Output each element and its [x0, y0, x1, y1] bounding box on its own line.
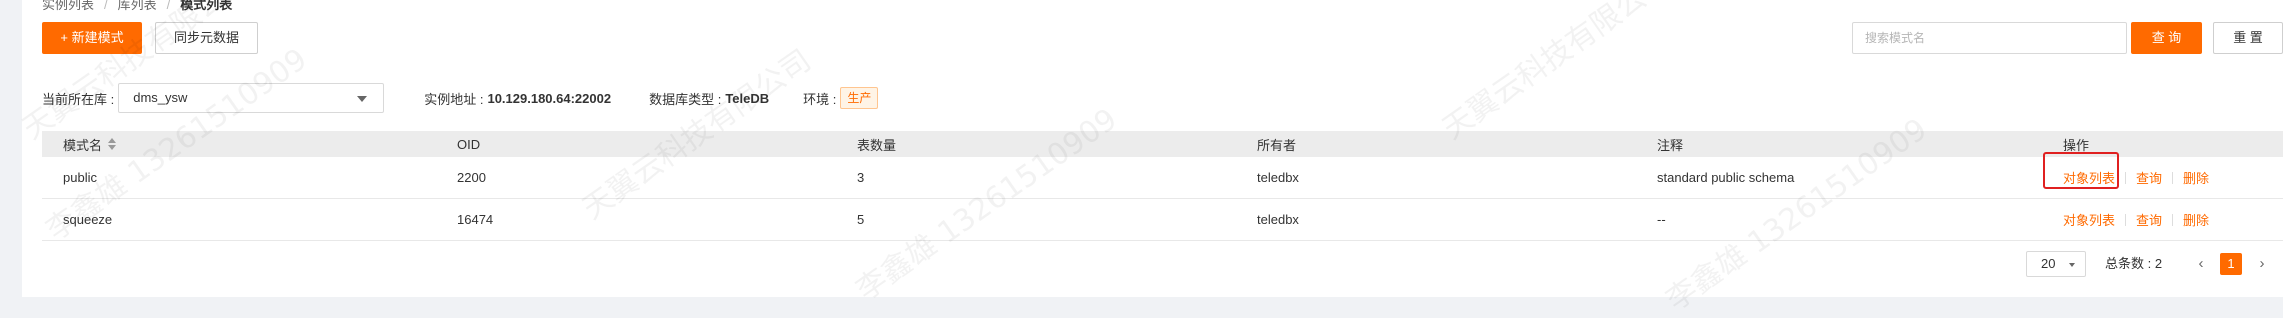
table-header: 模式名 OID 表数量 所有者 注释 操作 [42, 131, 2283, 157]
cell-schema-name: public [63, 170, 97, 185]
divider [2172, 213, 2174, 226]
page-size-value: 20 [2041, 256, 2056, 271]
breadcrumb-item-instances[interactable]: 实例列表 [42, 0, 94, 12]
database-select-value: dms_ysw [133, 90, 188, 105]
query-link[interactable]: 查询 [2136, 168, 2162, 187]
cell-owner: teledbx [1257, 212, 1299, 227]
cell-oid: 16474 [457, 212, 494, 227]
divider [2125, 171, 2127, 184]
breadcrumb-item-current: 模式列表 [180, 0, 233, 12]
database-select[interactable]: dms_ysw [118, 83, 385, 113]
column-header-comment: 注释 [1657, 137, 1684, 153]
reset-button[interactable]: 重 置 [2213, 22, 2283, 54]
cell-table-count: 3 [857, 170, 865, 185]
chevron-down-icon [2069, 263, 2075, 267]
divider [2172, 171, 2174, 184]
chevron-left-icon[interactable]: ‹ [2192, 251, 2210, 277]
schema-table: 模式名 OID 表数量 所有者 注释 操作 public 2200 3 tele… [42, 131, 2283, 241]
column-header-schema-name[interactable]: 模式名 [63, 131, 117, 157]
search-input[interactable] [1852, 22, 2127, 54]
breadcrumb: 实例列表 / 库列表 / 模式列表 [42, 0, 232, 12]
db-type-value: TeleDB [725, 90, 770, 106]
delete-link[interactable]: 删除 [2183, 168, 2209, 187]
column-header-oid: OID [457, 136, 481, 152]
cell-actions: 对象列表 查询 删除 [2063, 157, 2209, 198]
total-count: 总条数 : 2 [2105, 256, 2163, 271]
breadcrumb-item-databases[interactable]: 库列表 [118, 0, 157, 12]
cell-table-count: 5 [857, 212, 865, 227]
object-list-link[interactable]: 对象列表 [2063, 210, 2115, 229]
column-header-table-count: 表数量 [857, 137, 897, 153]
db-type-label: 数据库类型 : [649, 91, 722, 107]
cell-comment: -- [1657, 212, 1666, 227]
chevron-right-icon[interactable]: › [2253, 251, 2271, 277]
query-link[interactable]: 查询 [2136, 210, 2162, 229]
table-row: squeeze 16474 5 teledbx -- 对象列表 查询 删除 [42, 199, 2283, 241]
breadcrumb-separator: / [166, 0, 171, 12]
cell-actions: 对象列表 查询 删除 [2063, 199, 2209, 240]
db-select-label: 当前所在库 : [42, 91, 115, 107]
delete-link[interactable]: 删除 [2183, 210, 2209, 229]
divider [2125, 213, 2127, 226]
chevron-down-icon [357, 96, 368, 102]
sync-metadata-button[interactable]: 同步元数据 [155, 22, 258, 54]
table-row: public 2200 3 teledbx standard public sc… [42, 157, 2283, 199]
new-schema-button[interactable]: + 新建模式 [42, 22, 142, 54]
env-badge: 生产 [840, 87, 879, 109]
sort-icon[interactable] [108, 138, 117, 150]
cell-oid: 2200 [457, 170, 486, 185]
column-header-actions: 操作 [2063, 137, 2090, 153]
instance-address-label: 实例地址 : [424, 91, 484, 107]
db-info-row: 当前所在库 : dms_ysw 实例地址 : 10.129.180.64:220… [42, 83, 879, 113]
page-size-select[interactable]: 20 [2026, 251, 2086, 277]
cell-owner: teledbx [1257, 170, 1299, 185]
cell-comment: standard public schema [1657, 170, 1795, 185]
page-number-current[interactable]: 1 [2220, 253, 2242, 275]
env-label: 环境 : [803, 91, 837, 107]
cell-schema-name: squeeze [63, 212, 113, 227]
column-header-owner: 所有者 [1257, 137, 1297, 153]
object-list-link[interactable]: 对象列表 [2063, 168, 2115, 187]
instance-address-value: 10.129.180.64:22002 [487, 90, 612, 106]
query-button[interactable]: 查 询 [2131, 22, 2202, 54]
breadcrumb-separator: / [104, 0, 108, 12]
